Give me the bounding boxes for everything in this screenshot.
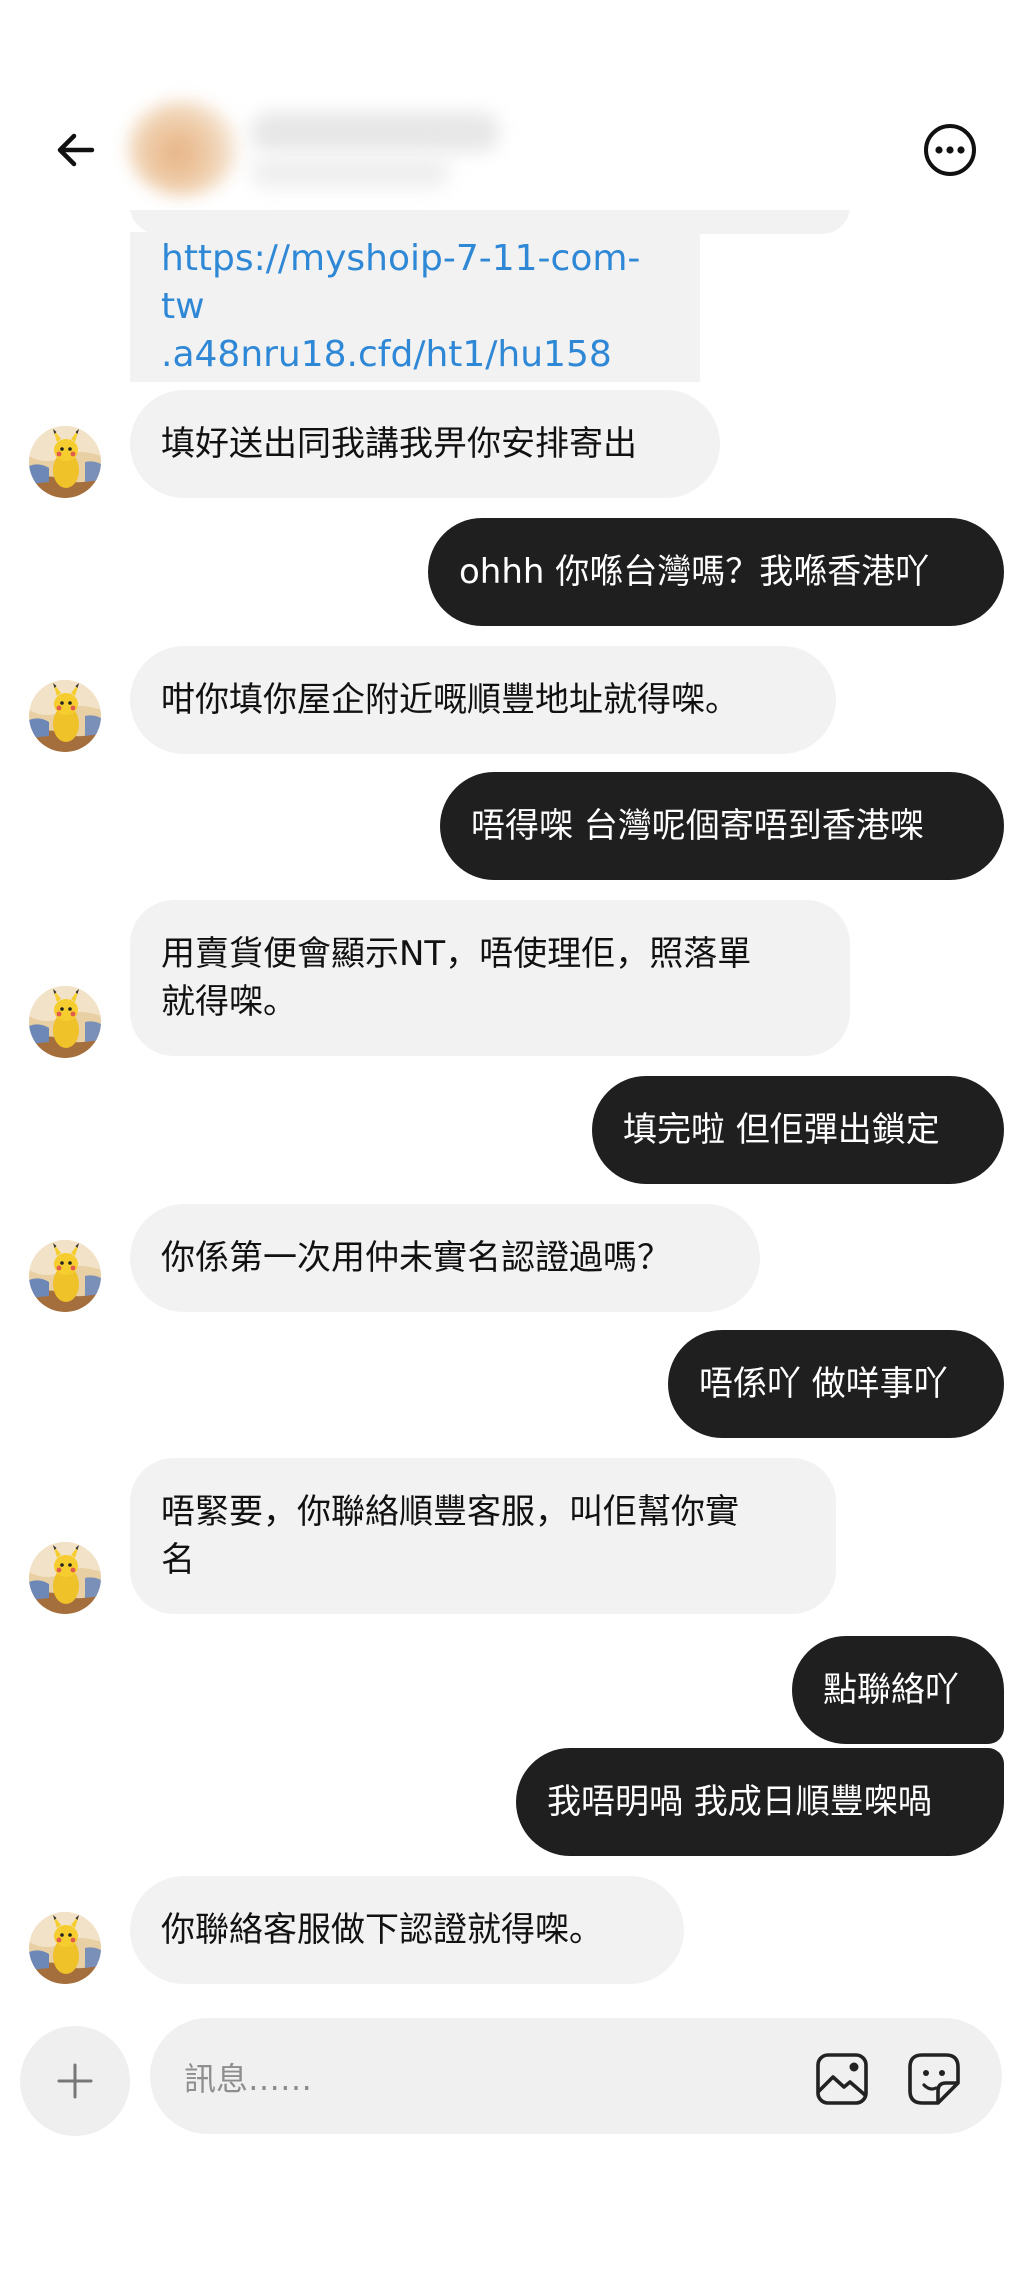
gallery-button[interactable] [810, 2047, 874, 2111]
incoming-message[interactable]: 用賣貨便會顯示NT，唔使理佢，照落單 就得㗎。 [130, 900, 850, 1056]
incoming-message-link[interactable]: https://myshoip-7-11-com-tw .a48nru18.cf… [130, 232, 700, 382]
message-text: 點聯絡吖 [823, 1670, 959, 1710]
contact-avatar[interactable] [128, 100, 238, 196]
chat-header [0, 0, 1024, 210]
sender-avatar[interactable] [29, 1542, 101, 1614]
contact-name-blurred[interactable] [250, 112, 500, 152]
incoming-message[interactable]: 咁你填你屋企附近嘅順豐地址就得㗎。 [130, 646, 836, 754]
outgoing-message[interactable]: ohhh 你喺台灣嗎？我喺香港吖 [428, 518, 1004, 626]
pikachu-avatar-icon [29, 1240, 101, 1312]
outgoing-message[interactable]: 點聯絡吖 [792, 1636, 1004, 1744]
link-text-line-2[interactable]: .a48nru18.cfd/ht1/hu158 [161, 331, 669, 379]
message-text: 唔係吖 做咩事吖 [699, 1364, 948, 1404]
pikachu-avatar-icon [29, 426, 101, 498]
back-button[interactable] [44, 118, 108, 182]
link-text-line-1[interactable]: https://myshoip-7-11-com-tw [161, 235, 669, 331]
incoming-message[interactable]: 你係第一次用仲未實名認證過嗎？ [130, 1204, 760, 1312]
sender-avatar[interactable] [29, 1240, 101, 1312]
sender-avatar[interactable] [29, 680, 101, 752]
more-options-button[interactable] [918, 118, 982, 182]
message-text: ohhh 你喺台灣嗎？我喺香港吖 [459, 552, 930, 592]
message-text: 咁你填你屋企附近嘅順豐地址就得㗎。 [161, 680, 739, 720]
sender-avatar[interactable] [29, 426, 101, 498]
message-text: 我唔明喎 我成日順豐㗎喎 [547, 1782, 932, 1822]
image-gallery-icon [816, 2053, 868, 2105]
message-text: 填完啦 但佢彈出鎖定 [623, 1110, 940, 1150]
pikachu-avatar-icon [29, 1542, 101, 1614]
outgoing-message[interactable]: 唔係吖 做咩事吖 [668, 1330, 1004, 1438]
plus-icon [57, 2063, 93, 2099]
outgoing-message[interactable]: 唔得㗎 台灣呢個寄唔到香港㗎 [440, 772, 1004, 880]
message-text-line-2: 名 [161, 1540, 195, 1580]
message-text: 唔得㗎 台灣呢個寄唔到香港㗎 [471, 806, 924, 846]
more-horizontal-circle-icon [924, 124, 976, 176]
pikachu-avatar-icon [29, 986, 101, 1058]
outgoing-message[interactable]: 填完啦 但佢彈出鎖定 [592, 1076, 1004, 1184]
incoming-message[interactable]: 唔緊要，你聯絡順豐客服，叫佢幫你實 名 [130, 1458, 836, 1614]
message-text-line-1: 用賣貨便會顯示NT，唔使理佢，照落單 [161, 934, 752, 974]
message-text: 你係第一次用仲未實名認證過嗎？ [161, 1238, 671, 1278]
sender-avatar[interactable] [29, 986, 101, 1058]
outgoing-message[interactable]: 我唔明喎 我成日順豐㗎喎 [516, 1748, 1004, 1856]
message-text: 填好送出同我講我畀你安排寄出 [161, 424, 637, 464]
pikachu-avatar-icon [29, 1912, 101, 1984]
contact-username-blurred [250, 156, 450, 188]
message-text-line-1: 唔緊要，你聯絡順豐客服，叫佢幫你實 [161, 1492, 739, 1532]
message-text-line-2: 就得㗎。 [161, 982, 297, 1022]
arrow-left-icon [57, 133, 95, 167]
message-text: 你聯絡客服做下認證就得㗎。 [161, 1910, 603, 1950]
sticker-icon [908, 2053, 960, 2105]
message-input[interactable] [182, 2050, 786, 2108]
pikachu-avatar-icon [29, 680, 101, 752]
incoming-message[interactable]: 你聯絡客服做下認證就得㗎。 [130, 1876, 684, 1984]
incoming-message[interactable]: 填好送出同我講我畀你安排寄出 [130, 390, 720, 498]
sticker-button[interactable] [902, 2047, 966, 2111]
sender-avatar[interactable] [29, 1912, 101, 1984]
add-attachment-button[interactable] [20, 2026, 130, 2136]
